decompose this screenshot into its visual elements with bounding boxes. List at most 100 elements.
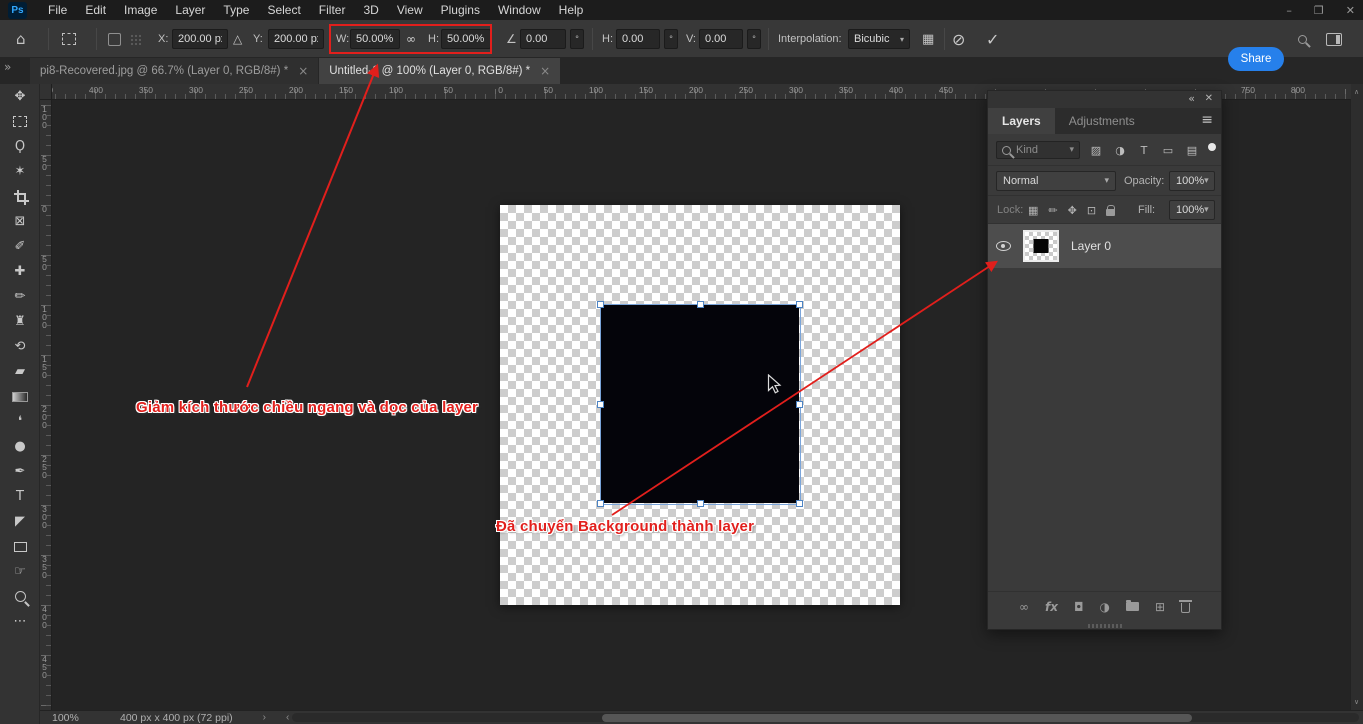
blend-mode-select[interactable]: Normal ▾ [996, 171, 1116, 191]
lock-all-icon[interactable] [1106, 205, 1115, 216]
eraser-tool[interactable]: ▰ [0, 359, 40, 384]
transform-handle[interactable] [697, 301, 704, 308]
blur-tool[interactable]: ❛ [0, 409, 40, 434]
commit-transform-button[interactable]: ✓ [986, 20, 999, 58]
collapse-panel-icon[interactable]: « [1188, 92, 1195, 105]
panel-resize-grip[interactable] [1088, 624, 1122, 628]
reference-point-locator-icon[interactable] [130, 20, 141, 58]
layer-effects-icon[interactable]: fx [1045, 600, 1058, 614]
menu-plugins[interactable]: Plugins [432, 1, 489, 19]
move-tool[interactable]: ✥ [0, 84, 40, 109]
horizontal-scrollbar-thumb[interactable] [602, 714, 1192, 722]
home-icon[interactable]: ⌂ [16, 20, 26, 58]
search-icon[interactable] [1298, 20, 1307, 58]
pen-tool[interactable]: ✒ [0, 459, 40, 484]
lock-pixels-icon[interactable]: ✏ [1048, 204, 1057, 217]
transform-handle[interactable] [597, 401, 604, 408]
document-tab-2[interactable]: Untitled-1 @ 100% (Layer 0, RGB/8#) *× [319, 58, 560, 84]
layer-visibility-toggle[interactable] [988, 241, 1018, 251]
cancel-transform-button[interactable]: ⊘ [952, 20, 965, 58]
layer-filter-toggle[interactable] [1208, 143, 1216, 151]
menu-file[interactable]: File [39, 1, 76, 19]
warp-mode-icon[interactable]: ▦ [922, 20, 934, 58]
layer-row-layer-0[interactable]: Layer 0 [988, 224, 1221, 268]
filter-adjustment-layers-icon[interactable]: ◑ [1112, 141, 1128, 159]
layer-filter-kind-select[interactable]: Kind ▾ [996, 141, 1080, 159]
path-selection-tool[interactable]: ◤ [0, 509, 40, 534]
edit-toolbar-icon[interactable]: ⋯ [0, 609, 40, 634]
share-button[interactable]: Share [1228, 47, 1284, 71]
status-expand-icon[interactable]: › [263, 712, 266, 723]
hand-tool[interactable]: ☞ [0, 559, 40, 584]
zoom-tool[interactable] [0, 584, 40, 609]
filter-type-layers-icon[interactable]: T [1136, 141, 1152, 159]
new-group-icon[interactable] [1126, 602, 1139, 611]
scroll-left-icon[interactable]: ‹ [286, 712, 289, 723]
horizontal-scrollbar[interactable] [292, 713, 1359, 722]
eyedropper-tool[interactable]: ✐ [0, 234, 40, 259]
horizontal-skew-input[interactable] [616, 29, 660, 49]
toggle-reference-point-checkbox[interactable] [108, 20, 121, 58]
history-brush-tool[interactable]: ⟲ [0, 334, 40, 359]
menu-edit[interactable]: Edit [76, 1, 115, 19]
minimize-button[interactable]: – [1286, 4, 1292, 17]
healing-brush-tool[interactable]: ✚ [0, 259, 40, 284]
shape-tool[interactable] [0, 534, 40, 559]
lasso-tool[interactable]: Ϙ [0, 134, 40, 159]
transform-handle[interactable] [597, 301, 604, 308]
menu-window[interactable]: Window [489, 1, 550, 19]
vertical-ruler[interactable]: 1 0 05 005 01 0 01 5 02 0 02 5 03 0 03 5… [40, 100, 52, 710]
menu-filter[interactable]: Filter [310, 1, 355, 19]
gradient-tool[interactable] [0, 384, 40, 409]
layer-thumbnail[interactable] [1023, 230, 1059, 262]
document-tab-1[interactable]: pi8-Recovered.jpg @ 66.7% (Layer 0, RGB/… [30, 58, 318, 84]
transform-handle[interactable] [597, 500, 604, 507]
workspace-switcher-icon[interactable] [1326, 20, 1342, 58]
panel-overflow-icon[interactable]: » [4, 60, 11, 74]
rotation-input[interactable] [520, 29, 566, 49]
transform-handle[interactable] [796, 301, 803, 308]
close-panel-icon[interactable]: ✕ [1205, 93, 1213, 104]
menu-help[interactable]: Help [550, 1, 593, 19]
menu-view[interactable]: View [388, 1, 432, 19]
frame-tool[interactable]: ⊠ [0, 209, 40, 234]
lock-transparency-icon[interactable]: ▦ [1028, 204, 1038, 217]
menu-type[interactable]: Type [214, 1, 258, 19]
delete-layer-icon[interactable] [1181, 600, 1190, 613]
close-button[interactable]: ✕ [1346, 4, 1355, 17]
close-tab-icon[interactable]: × [540, 64, 550, 78]
filter-pixel-layers-icon[interactable]: ▨ [1088, 141, 1104, 159]
panel-tab-adjustments[interactable]: Adjustments [1055, 108, 1149, 134]
add-layer-mask-icon[interactable]: ◘ [1074, 600, 1084, 614]
scroll-down-icon[interactable]: ∨ [1354, 698, 1359, 706]
transform-handle[interactable] [796, 500, 803, 507]
layer-name[interactable]: Layer 0 [1071, 239, 1111, 253]
interpolation-select[interactable]: Bicubic ▾ [848, 29, 910, 49]
scroll-up-icon[interactable]: ∧ [1354, 88, 1359, 96]
menu-select[interactable]: Select [258, 1, 309, 19]
type-tool[interactable]: T [0, 484, 40, 509]
status-zoom-level[interactable]: 100% [52, 712, 92, 724]
free-transform-bounding-box[interactable] [600, 304, 801, 505]
menu-image[interactable]: Image [115, 1, 166, 19]
clone-stamp-tool[interactable]: ♜ [0, 309, 40, 334]
menu-layer[interactable]: Layer [166, 1, 214, 19]
transform-handle[interactable] [697, 500, 704, 507]
lock-position-icon[interactable]: ✥ [1068, 204, 1077, 217]
new-layer-icon[interactable]: ⊞ [1155, 600, 1165, 614]
panel-menu-icon[interactable]: ≡ [1201, 112, 1213, 128]
restore-button[interactable]: ❐ [1314, 4, 1324, 17]
dodge-tool[interactable]: ● [0, 434, 40, 459]
panel-tab-layers[interactable]: Layers [988, 108, 1055, 134]
filter-smart-objects-icon[interactable]: ▤ [1184, 141, 1200, 159]
close-tab-icon[interactable]: × [298, 64, 308, 78]
fill-select[interactable]: 100% ▾ [1169, 200, 1215, 220]
opacity-select[interactable]: 100% ▾ [1169, 171, 1215, 191]
link-layers-icon[interactable]: ∞ [1019, 600, 1029, 614]
crop-tool[interactable] [0, 184, 40, 209]
vertical-scrollbar[interactable]: ∧ ∨ [1350, 84, 1363, 710]
new-adjustment-layer-icon[interactable]: ◑ [1099, 600, 1109, 614]
magic-wand-tool[interactable]: ✶ [0, 159, 40, 184]
filter-shape-layers-icon[interactable]: ▭ [1160, 141, 1176, 159]
y-position-input[interactable] [268, 29, 324, 49]
